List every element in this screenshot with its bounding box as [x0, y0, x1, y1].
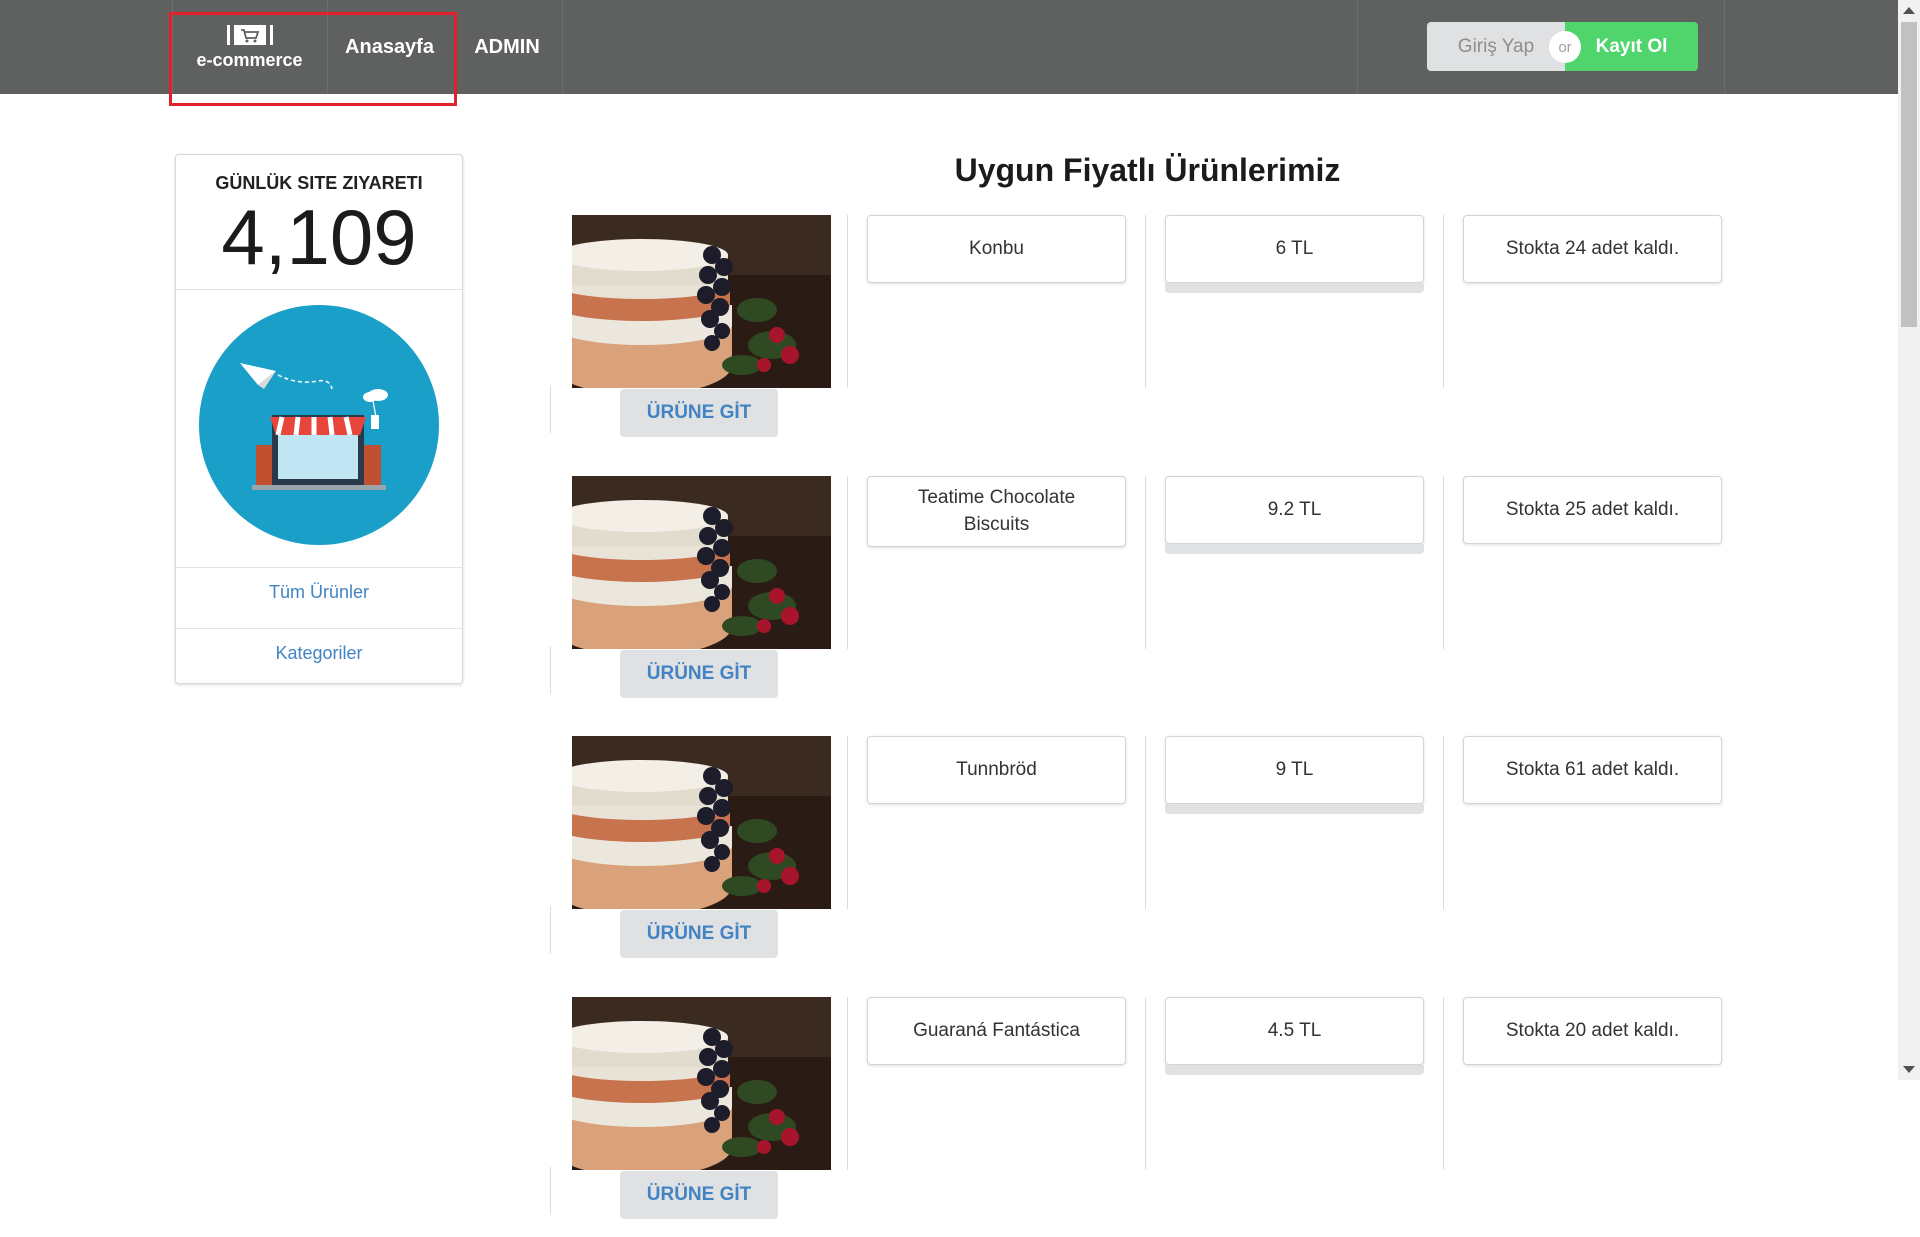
divider	[176, 289, 462, 290]
product-image[interactable]	[572, 736, 831, 909]
nav-separator	[562, 0, 563, 94]
price-bar	[1165, 544, 1424, 554]
product-stock: Stokta 25 adet kaldı.	[1463, 476, 1722, 544]
page-title: Uygun Fiyatlı Ürünlerimiz	[954, 152, 1341, 188]
product-row: ÜRÜNE GİT Teatime Chocolate Biscuits 9.2…	[550, 476, 1740, 716]
product-price: 9 TL	[1165, 736, 1424, 804]
column-divider	[1443, 997, 1444, 1170]
scrollbar[interactable]	[1898, 0, 1920, 1080]
price-bar	[1165, 283, 1424, 293]
column-divider	[1443, 476, 1444, 649]
column-divider	[847, 476, 848, 649]
column-divider	[1145, 736, 1146, 909]
go-to-product-button[interactable]: ÜRÜNE GİT	[620, 389, 778, 437]
or-divider: or	[1549, 31, 1581, 63]
daily-visits-value: 4,109	[221, 193, 417, 281]
product-row: ÜRÜNE GİT Tunnbröd 9 TL Stokta 61 adet k…	[550, 736, 1740, 976]
sidebar-card: GÜNLÜK SITE ZIYARETI 4,109 Tüm Ürünler K…	[175, 154, 463, 684]
product-name: Guaraná Fantástica	[867, 997, 1126, 1065]
product-image[interactable]	[572, 476, 831, 649]
product-name: Konbu	[867, 215, 1126, 283]
scroll-up-icon[interactable]	[1903, 7, 1915, 14]
product-name: Tunnbröd	[867, 736, 1126, 804]
product-name: Teatime Chocolate Biscuits	[867, 476, 1126, 548]
product-price: 4.5 TL	[1165, 997, 1424, 1065]
highlight-box	[169, 12, 457, 106]
column-divider	[1145, 997, 1146, 1170]
scroll-down-icon[interactable]	[1903, 1066, 1915, 1073]
product-price: 9.2 TL	[1165, 476, 1424, 544]
go-to-product-button[interactable]: ÜRÜNE GİT	[620, 910, 778, 958]
divider	[176, 567, 462, 568]
go-to-product-button[interactable]: ÜRÜNE GİT	[620, 1171, 778, 1219]
column-divider	[550, 906, 551, 954]
product-row: ÜRÜNE GİT Konbu 6 TL Stokta 24 adet kald…	[550, 215, 1740, 455]
product-stock: Stokta 61 adet kaldı.	[1463, 736, 1722, 804]
product-stock: Stokta 20 adet kaldı.	[1463, 997, 1722, 1065]
product-image[interactable]	[572, 215, 831, 388]
divider	[176, 628, 462, 629]
categories-link[interactable]: Kategoriler	[176, 643, 462, 664]
price-bar	[1165, 1065, 1424, 1075]
column-divider	[847, 997, 848, 1170]
column-divider	[1145, 476, 1146, 649]
store-illustration	[198, 305, 440, 545]
column-divider	[550, 646, 551, 694]
product-stock: Stokta 24 adet kaldı.	[1463, 215, 1722, 283]
go-to-product-button[interactable]: ÜRÜNE GİT	[620, 650, 778, 698]
column-divider	[847, 215, 848, 388]
column-divider	[1145, 215, 1146, 388]
price-bar	[1165, 804, 1424, 814]
product-row: ÜRÜNE GİT Guaraná Fantástica 4.5 TL Stok…	[550, 997, 1740, 1237]
column-divider	[550, 1167, 551, 1215]
product-image[interactable]	[572, 997, 831, 1170]
product-price: 6 TL	[1165, 215, 1424, 283]
daily-visits-label: GÜNLÜK SITE ZIYARETI	[215, 173, 423, 193]
nav-separator	[1357, 0, 1358, 94]
column-divider	[847, 736, 848, 909]
scroll-thumb[interactable]	[1901, 22, 1917, 327]
register-button[interactable]: Kayıt Ol	[1565, 22, 1698, 71]
column-divider	[1443, 736, 1444, 909]
nav-admin-link[interactable]: ADMIN	[452, 0, 562, 94]
column-divider	[1443, 215, 1444, 388]
all-products-link[interactable]: Tüm Ürünler	[176, 582, 462, 603]
column-divider	[550, 385, 551, 433]
login-button[interactable]: Giriş Yap	[1427, 22, 1565, 71]
nav-separator	[1724, 0, 1725, 94]
